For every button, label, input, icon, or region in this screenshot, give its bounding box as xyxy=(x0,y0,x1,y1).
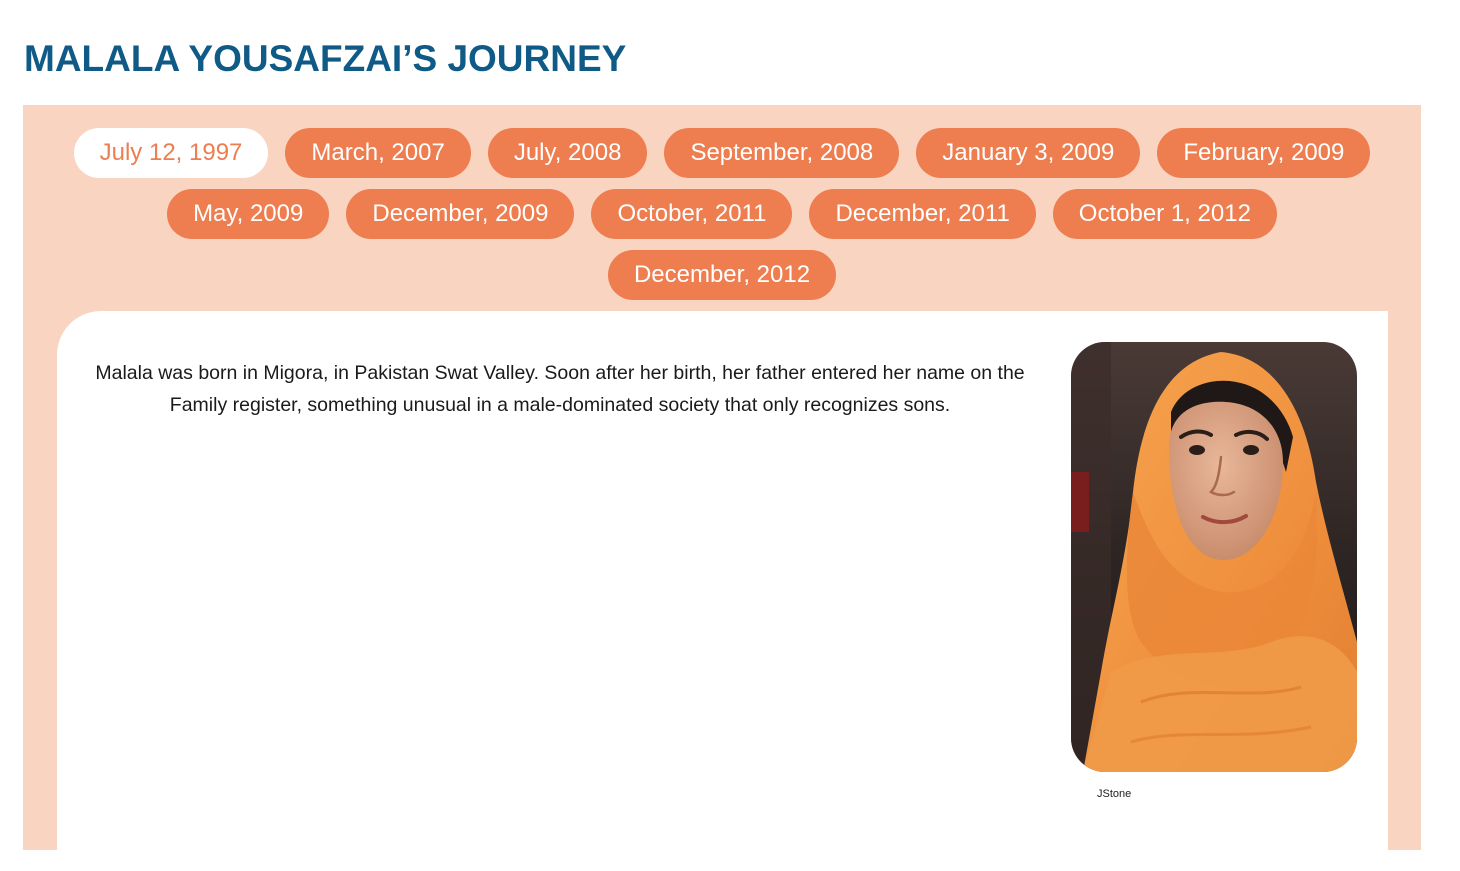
portrait-photo xyxy=(1071,342,1357,772)
timeline-tab-october-2011[interactable]: October, 2011 xyxy=(591,189,793,239)
timeline-tab-january-3-2009[interactable]: January 3, 2009 xyxy=(916,128,1141,178)
timeline-tab-may-2009[interactable]: May, 2009 xyxy=(167,189,330,239)
page-title: MALALA YOUSAFZAI’S JOURNEY xyxy=(24,38,627,79)
timeline-tab-december-2011[interactable]: December, 2011 xyxy=(809,189,1036,239)
timeline-tab-july-2008[interactable]: July, 2008 xyxy=(487,128,648,178)
timeline-tab-row: May, 2009 December, 2009 October, 2011 D… xyxy=(23,189,1421,239)
timeline-tab-row: December, 2012 xyxy=(23,250,1421,300)
timeline-tab-october-1-2012[interactable]: October 1, 2012 xyxy=(1052,189,1277,239)
timeline-tab-december-2009[interactable]: December, 2009 xyxy=(346,189,575,239)
event-description: Malala was born in Migora, in Pakistan S… xyxy=(95,362,1025,416)
timeline-tab-september-2008[interactable]: September, 2008 xyxy=(664,128,900,178)
timeline-tab-row: July 12, 1997 March, 2007 July, 2008 Sep… xyxy=(23,128,1421,178)
timeline-content-card: Malala was born in Migora, in Pakistan S… xyxy=(57,311,1388,871)
timeline-panel: July 12, 1997 March, 2007 July, 2008 Sep… xyxy=(23,105,1421,871)
timeline-tab-july-12-1997[interactable]: July 12, 1997 xyxy=(73,128,269,178)
timeline-tab-february-2009[interactable]: February, 2009 xyxy=(1157,128,1371,178)
photo-credit: JStone xyxy=(1097,788,1132,800)
timeline-tab-march-2007[interactable]: March, 2007 xyxy=(285,128,471,178)
timeline-tab-december-2012[interactable]: December, 2012 xyxy=(607,250,837,300)
